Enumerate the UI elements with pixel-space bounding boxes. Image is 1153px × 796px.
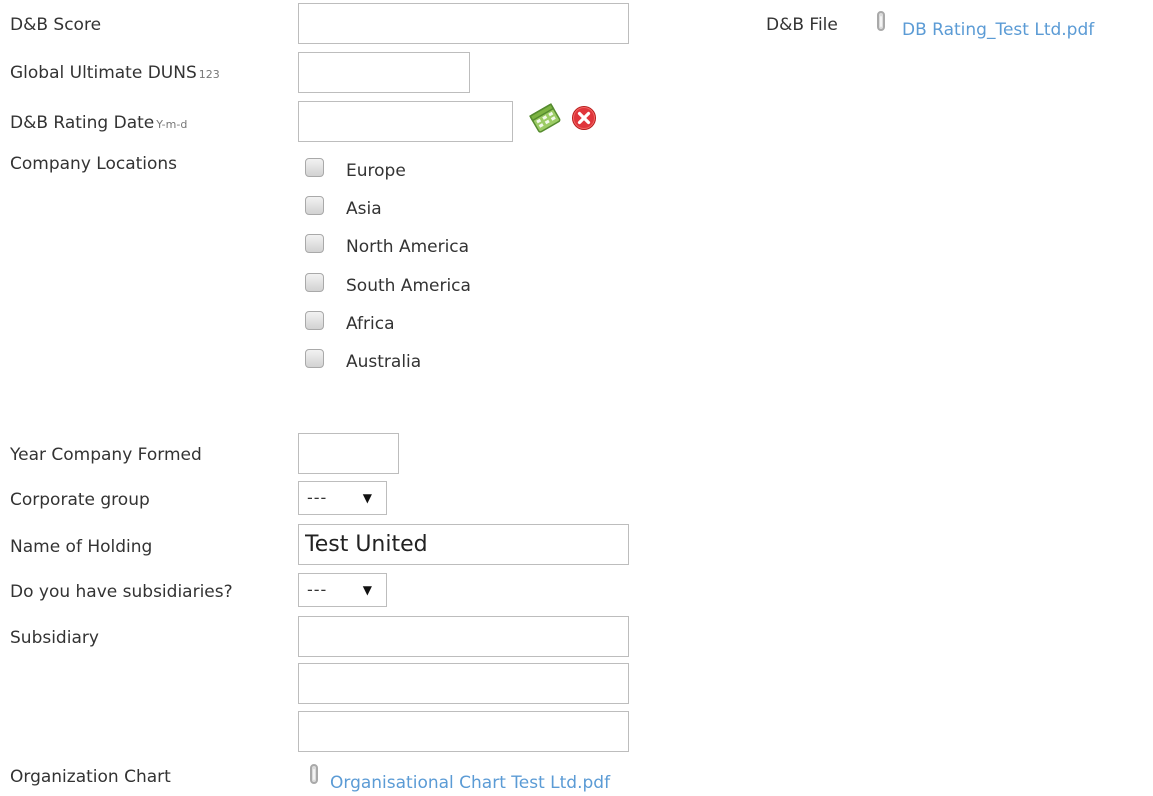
checkbox[interactable] <box>305 158 324 177</box>
subsidiary-input-3[interactable] <box>298 711 629 752</box>
org-chart-file-link[interactable]: Organisational Chart Test Ltd.pdf <box>330 773 610 793</box>
holding-input[interactable] <box>298 524 629 565</box>
location-option-label: Asia <box>346 199 382 219</box>
subsidiary-input-1[interactable] <box>298 616 629 657</box>
subsidiary-input-2[interactable] <box>298 663 629 704</box>
global-duns-hint: 123 <box>198 68 220 81</box>
checkbox[interactable] <box>305 311 324 330</box>
subsidiary-label: Subsidiary <box>10 628 99 648</box>
checkbox[interactable] <box>305 234 324 253</box>
corporate-group-label: Corporate group <box>10 490 150 510</box>
org-chart-label: Organization Chart <box>10 767 171 787</box>
clear-icon[interactable] <box>571 105 597 131</box>
rating-date-label-text: D&B Rating Date <box>10 113 155 133</box>
corporate-group-select[interactable]: --- ▼ <box>298 481 387 515</box>
paperclip-icon <box>877 11 885 31</box>
db-score-input[interactable] <box>298 3 629 44</box>
subsidiaries-selected: --- <box>307 580 328 599</box>
corporate-group-selected: --- <box>307 488 328 507</box>
checkbox[interactable] <box>305 196 324 215</box>
global-duns-label-text: Global Ultimate DUNS <box>10 63 197 83</box>
db-score-label-text: D&B Score <box>10 15 102 35</box>
paperclip-icon <box>310 764 318 784</box>
global-duns-label: Global Ultimate DUNS 123 <box>10 63 220 85</box>
location-option-label: Australia <box>346 352 422 372</box>
subsidiaries-select[interactable]: --- ▼ <box>298 573 387 607</box>
location-option-label: Europe <box>346 161 406 181</box>
global-duns-input[interactable] <box>298 52 470 93</box>
db-file-label: D&B File <box>766 15 838 35</box>
subsidiaries-question-label: Do you have subsidiaries? <box>10 582 233 602</box>
checkbox[interactable] <box>305 273 324 292</box>
db-file-link[interactable]: DB Rating_Test Ltd.pdf <box>902 20 1094 40</box>
rating-date-label: D&B Rating Date Y-m-d <box>10 113 187 135</box>
calendar-icon[interactable] <box>527 102 563 134</box>
holding-label: Name of Holding <box>10 537 153 557</box>
year-formed-label: Year Company Formed <box>10 445 202 465</box>
db-score-label: D&B Score <box>10 15 101 35</box>
year-formed-input[interactable] <box>298 433 399 474</box>
dropdown-arrow-icon: ▼ <box>362 491 372 505</box>
company-locations-label: Company Locations <box>10 154 178 174</box>
rating-date-input[interactable] <box>298 101 513 142</box>
location-option-label: Africa <box>346 314 395 334</box>
location-option-label: North America <box>346 237 470 257</box>
rating-date-hint: Y-m-d <box>156 118 188 131</box>
location-option-label: South America <box>346 276 471 296</box>
dropdown-arrow-icon: ▼ <box>362 583 372 597</box>
checkbox[interactable] <box>305 349 324 368</box>
